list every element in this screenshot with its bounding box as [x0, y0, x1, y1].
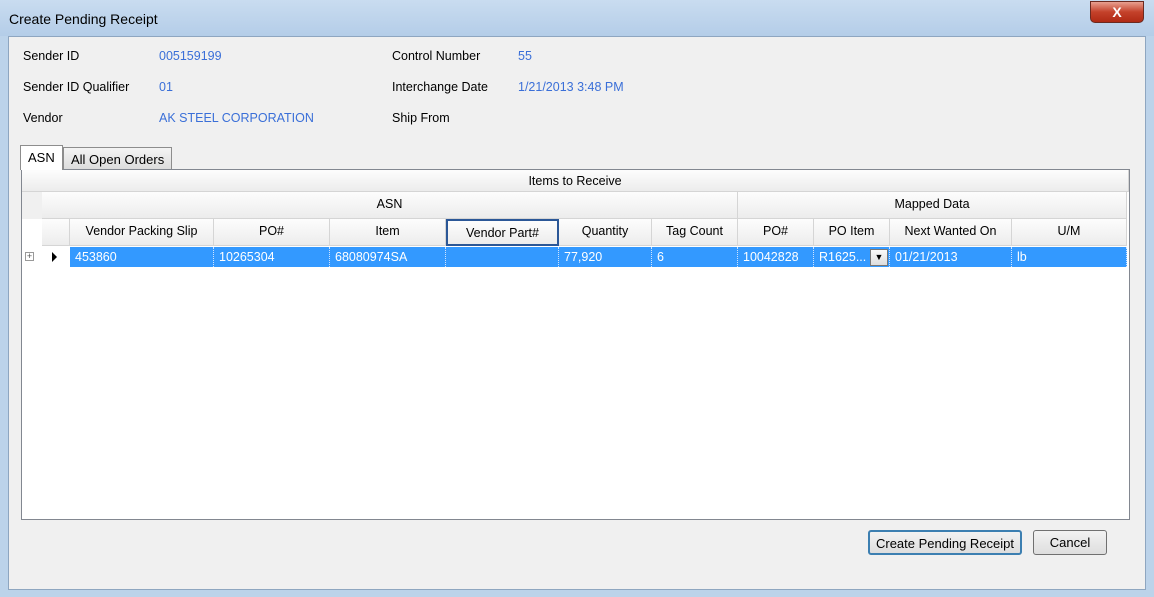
- row-header-column: [42, 219, 70, 246]
- sender-id-qualifier-value: 01: [159, 80, 173, 94]
- interchange-date-label: Interchange Date: [392, 80, 488, 94]
- sender-id-qualifier-label: Sender ID Qualifier: [23, 80, 130, 94]
- column-header[interactable]: Tag Count: [652, 219, 738, 246]
- group-header-asn: ASN: [42, 192, 738, 219]
- create-pending-receipt-button[interactable]: Create Pending Receipt: [868, 530, 1022, 555]
- vendor-label: Vendor: [23, 111, 63, 125]
- column-header[interactable]: U/M: [1012, 219, 1127, 246]
- title-bar: Create Pending Receipt X: [0, 0, 1154, 36]
- grid-cell[interactable]: 01/21/2013: [890, 247, 1012, 267]
- control-number-value: 55: [518, 49, 532, 63]
- grid-cell[interactable]: 6: [652, 247, 738, 267]
- grid-cell[interactable]: 77,920: [559, 247, 652, 267]
- cancel-button[interactable]: Cancel: [1033, 530, 1107, 555]
- tab-asn[interactable]: ASN: [20, 145, 63, 170]
- window-title: Create Pending Receipt: [9, 11, 158, 27]
- column-header[interactable]: Quantity: [559, 219, 652, 246]
- column-header[interactable]: Next Wanted On: [890, 219, 1012, 246]
- column-header[interactable]: PO#: [738, 219, 814, 246]
- control-number-label: Control Number: [392, 49, 481, 63]
- tab-all-open-orders[interactable]: All Open Orders: [63, 147, 173, 169]
- column-header[interactable]: Vendor Packing Slip: [70, 219, 214, 246]
- ship-from-label: Ship From: [392, 111, 450, 125]
- items-grid: Items to Receive ASN Mapped Data Vendor …: [21, 169, 1130, 520]
- dropdown-arrow-icon[interactable]: ▼: [870, 249, 888, 266]
- grid-cell[interactable]: 453860: [70, 247, 214, 267]
- column-header[interactable]: Item: [330, 219, 446, 246]
- current-row-arrow-icon: [52, 252, 57, 262]
- grid-cell[interactable]: lb: [1012, 247, 1127, 267]
- vendor-value: AK STEEL CORPORATION: [159, 111, 314, 125]
- column-header[interactable]: Vendor Part#: [446, 219, 559, 246]
- corner: [22, 192, 42, 219]
- grid-cell[interactable]: 10042828: [738, 247, 814, 267]
- grid-cell[interactable]: 68080974SA: [330, 247, 446, 267]
- sender-id-value: 005159199: [159, 49, 222, 63]
- column-header[interactable]: PO Item: [814, 219, 890, 246]
- close-button[interactable]: X: [1090, 1, 1144, 23]
- grid-cell[interactable]: 10265304: [214, 247, 330, 267]
- expand-icon[interactable]: +: [25, 252, 34, 261]
- grid-caption: Items to Receive: [22, 170, 1129, 192]
- grid-cell[interactable]: [446, 247, 559, 267]
- sender-id-label: Sender ID: [23, 49, 80, 63]
- column-header[interactable]: PO#: [214, 219, 330, 246]
- group-header-mapped-data: Mapped Data: [738, 192, 1127, 219]
- interchange-date-value: 1/21/2013 3:48 PM: [518, 80, 624, 94]
